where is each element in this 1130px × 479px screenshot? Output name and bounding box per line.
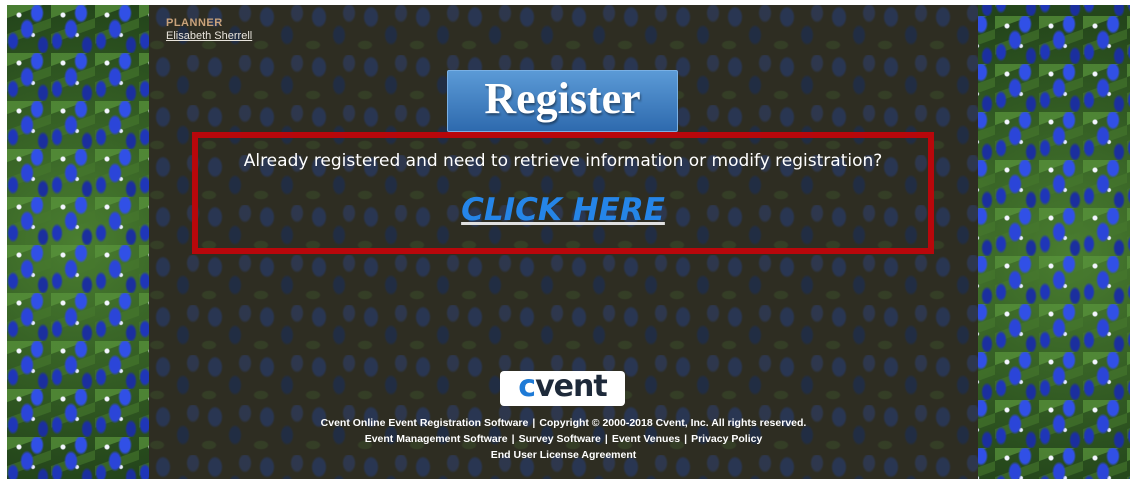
bluebonnet-background-left [7,5,149,479]
planner-heading: PLANNER [166,17,223,29]
footer-line-copyright: Cvent Online Event Registration Software… [149,417,978,429]
register-title: Register [484,73,641,123]
footer-separator: | [604,433,608,445]
cvent-logo[interactable]: cvent [500,369,625,406]
click-here-link[interactable]: CLICK HERE [192,192,934,228]
footer-separator: | [511,433,515,445]
footer-link-privacy-policy[interactable]: Privacy Policy [691,433,762,445]
footer-line-links: Event Management Software | Survey Softwar… [149,433,978,445]
bluebonnet-background-right [978,5,1130,479]
footer-link-survey-software[interactable]: Survey Software [519,433,601,445]
footer-link-event-management[interactable]: Event Management Software [365,433,508,445]
register-banner: Register [447,70,678,132]
planner-name-link[interactable]: Elisabeth Sherrell [166,30,252,42]
footer-link-eula[interactable]: End User License Agreement [491,449,637,461]
retrieve-registration-prompt: Already registered and need to retrieve … [243,151,883,171]
footer-separator: | [684,433,688,445]
footer-line-eula: End User License Agreement [149,449,978,461]
footer-link-event-venues[interactable]: Event Venues [612,433,680,445]
cvent-logo-text: cvent [518,369,607,404]
footer-link-registration-software[interactable]: Cvent Online Event Registration Software [321,417,529,429]
footer-copyright: Copyright © 2000-2018 Cvent, Inc. All ri… [539,417,807,429]
footer-separator: | [532,417,536,429]
